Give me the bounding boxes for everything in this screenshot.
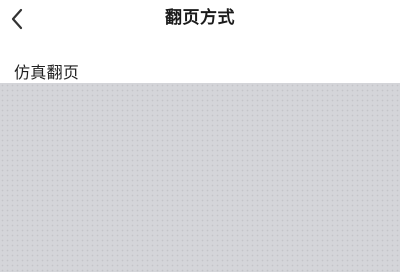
option-label: 仿真翻页 (14, 63, 80, 82)
page-title: 翻页方式 (165, 8, 235, 28)
navigation-bar: 翻页方式 (0, 0, 400, 40)
overlay-mask[interactable] (0, 83, 400, 272)
